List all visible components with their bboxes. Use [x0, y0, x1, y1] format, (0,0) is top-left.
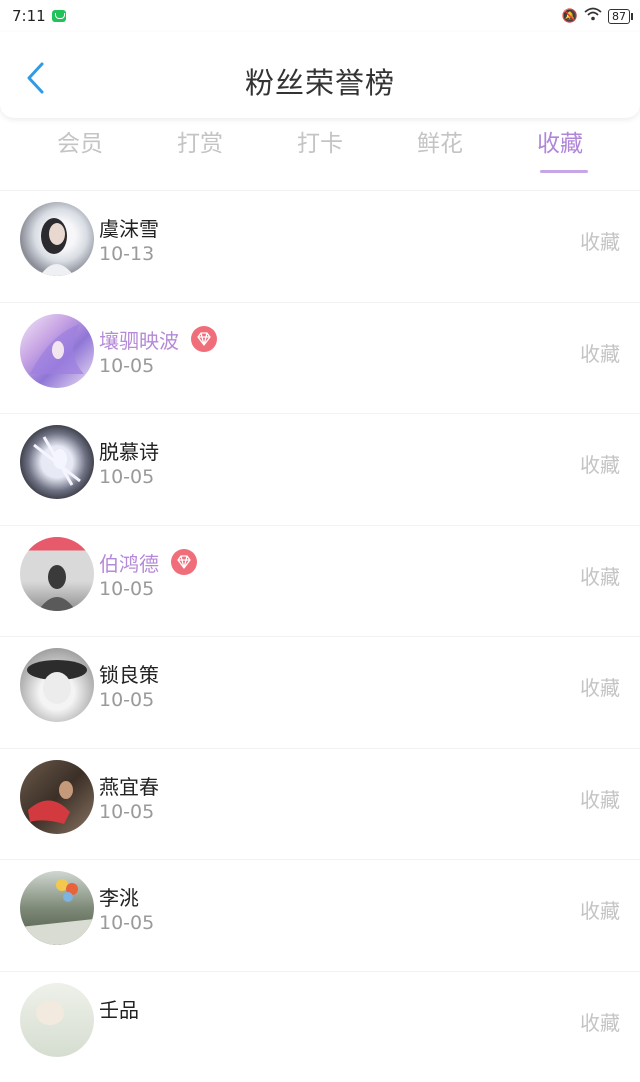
list-item[interactable]: 李洮 10-05 收藏 — [0, 859, 640, 971]
user-name-text: 锁良策 — [99, 659, 159, 688]
user-name-text: 燕宜春 — [99, 771, 159, 800]
header: 粉丝荣誉榜 — [0, 32, 640, 118]
status-right: 🔕 87 — [562, 7, 630, 25]
user-name-text: 虞沫雪 — [99, 213, 159, 242]
user-name: 伯鸿德 — [99, 548, 197, 577]
tab-favorite[interactable]: 收藏 — [500, 124, 620, 168]
user-name-text: 壬品 — [99, 994, 139, 1023]
tab-label: 打赏 — [177, 131, 223, 157]
favorite-label: 收藏 — [580, 226, 620, 255]
user-name: 壤驷映波 — [99, 325, 217, 354]
avatar — [20, 760, 94, 834]
favorite-label: 收藏 — [580, 1007, 620, 1036]
user-name: 脱慕诗 — [99, 436, 159, 465]
list-item[interactable]: 脱慕诗 10-05 收藏 — [0, 413, 640, 525]
avatar — [20, 202, 94, 276]
avatar — [20, 983, 94, 1057]
status-left: 7:11 — [12, 7, 66, 25]
user-name: 李洮 — [99, 882, 139, 911]
avatar — [20, 314, 94, 388]
list-item[interactable]: 壬品 收藏 — [0, 971, 640, 1082]
tab-bar: 会员 打赏 打卡 鲜花 收藏 — [0, 118, 640, 182]
tab-flower[interactable]: 鲜花 — [380, 124, 500, 168]
user-date: 10-13 — [99, 243, 154, 265]
page-title: 粉丝荣誉榜 — [0, 60, 640, 102]
favorite-label: 收藏 — [580, 784, 620, 813]
wifi-icon — [584, 7, 602, 25]
fan-list: 虞沫雪 10-13 收藏 壤驷映波 10-05 收藏 脱慕诗 10-05 收藏 … — [0, 190, 640, 1082]
vip-badge — [191, 326, 217, 352]
tab-active-indicator — [540, 170, 588, 173]
favorite-label: 收藏 — [580, 561, 620, 590]
tab-member[interactable]: 会员 — [20, 124, 140, 168]
tab-checkin[interactable]: 打卡 — [260, 124, 380, 168]
favorite-label: 收藏 — [580, 338, 620, 367]
user-date: 10-05 — [99, 689, 154, 711]
avatar-image — [20, 983, 94, 1057]
list-item[interactable]: 虞沫雪 10-13 收藏 — [0, 190, 640, 302]
user-name-text: 脱慕诗 — [99, 436, 159, 465]
mute-icon: 🔕 — [562, 9, 578, 24]
avatar — [20, 425, 94, 499]
avatar-image — [20, 648, 94, 722]
battery-indicator: 87 — [608, 9, 630, 24]
user-date: 10-05 — [99, 355, 154, 377]
avatar-image — [20, 871, 94, 945]
wechat-icon — [52, 10, 66, 22]
favorite-label: 收藏 — [580, 895, 620, 924]
user-name: 燕宜春 — [99, 771, 159, 800]
user-date: 10-05 — [99, 912, 154, 934]
avatar-image — [20, 425, 94, 499]
user-date: 10-05 — [99, 466, 154, 488]
list-item[interactable]: 燕宜春 10-05 收藏 — [0, 748, 640, 860]
avatar — [20, 537, 94, 611]
tab-label: 会员 — [57, 131, 103, 157]
avatar-image — [20, 537, 94, 611]
tab-label: 打卡 — [297, 131, 343, 157]
favorite-label: 收藏 — [580, 672, 620, 701]
list-item[interactable]: 壤驷映波 10-05 收藏 — [0, 302, 640, 414]
user-name-text: 伯鸿德 — [99, 548, 159, 577]
avatar-image — [20, 760, 94, 834]
tab-tip[interactable]: 打赏 — [140, 124, 260, 168]
avatar — [20, 871, 94, 945]
avatar-image — [20, 202, 94, 276]
tab-label: 鲜花 — [417, 131, 463, 157]
diamond-icon — [196, 332, 212, 346]
user-name: 锁良策 — [99, 659, 159, 688]
user-date: 10-05 — [99, 578, 154, 600]
list-item[interactable]: 锁良策 10-05 收藏 — [0, 636, 640, 748]
user-name-text: 壤驷映波 — [99, 325, 179, 354]
status-bar: 7:11 🔕 87 — [0, 0, 640, 32]
favorite-label: 收藏 — [580, 449, 620, 478]
diamond-icon — [176, 555, 192, 569]
user-name-text: 李洮 — [99, 882, 139, 911]
user-name: 壬品 — [99, 994, 139, 1023]
avatar-image — [20, 314, 94, 388]
list-item[interactable]: 伯鸿德 10-05 收藏 — [0, 525, 640, 637]
vip-badge — [171, 549, 197, 575]
user-date: 10-05 — [99, 801, 154, 823]
avatar — [20, 648, 94, 722]
user-name: 虞沫雪 — [99, 213, 159, 242]
status-time: 7:11 — [12, 7, 46, 25]
tab-label: 收藏 — [537, 131, 583, 157]
